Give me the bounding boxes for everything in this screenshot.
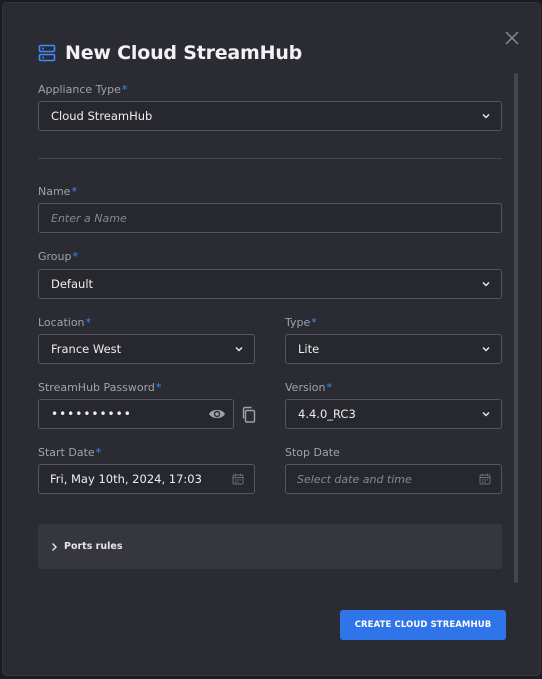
dialog-title: New Cloud StreamHub [65,42,303,64]
name-placeholder: Enter a Name [51,211,127,225]
chevron-down-icon [482,281,490,287]
create-cloud-streamhub-button[interactable]: CREATE CLOUD STREAMHUB [340,610,506,640]
version-value: 4.4.0_RC3 [298,407,356,421]
name-label: Name* [38,185,77,198]
stop-date-input[interactable]: Select date and time [285,464,502,494]
version-label: Version* [285,381,332,394]
close-icon[interactable] [503,29,521,47]
scrollbar[interactable] [514,73,518,583]
location-select[interactable]: France West [38,334,255,364]
appliance-type-select[interactable]: Cloud StreamHub [38,101,502,131]
calendar-icon[interactable] [232,473,244,485]
type-label: Type* [285,316,317,329]
group-value: Default [51,277,94,291]
calendar-icon[interactable] [479,473,491,485]
start-date-input[interactable]: Fri, May 10th, 2024, 17:03 [38,464,255,494]
stop-date-placeholder: Select date and time [297,472,412,486]
group-select[interactable]: Default [38,269,502,299]
chevron-right-icon [52,542,57,551]
dialog-header: New Cloud StreamHub [38,39,302,67]
version-select[interactable]: 4.4.0_RC3 [285,399,502,429]
password-input[interactable]: •••••••••• [38,399,234,429]
chevron-down-icon [482,411,490,417]
appliance-type-label: Appliance Type* [38,83,128,96]
start-date-label: Start Date* [38,446,102,459]
chevron-down-icon [235,346,243,352]
copy-icon[interactable] [241,406,257,424]
chevron-down-icon [482,113,490,119]
appliance-type-value: Cloud StreamHub [51,109,153,123]
location-label: Location* [38,316,92,329]
new-cloud-streamhub-dialog: New Cloud StreamHub Appliance Type* Clou… [3,3,540,675]
type-select[interactable]: Lite [285,334,502,364]
ports-rules-toggle[interactable]: Ports rules [38,524,502,569]
divider [38,158,502,159]
password-value: •••••••••• [51,407,132,421]
type-value: Lite [298,342,320,356]
eye-icon[interactable] [208,407,226,421]
start-date-value: Fri, May 10th, 2024, 17:03 [50,472,202,486]
stop-date-label: Stop Date [285,446,340,459]
chevron-down-icon [482,346,490,352]
server-icon [38,44,56,62]
password-label: StreamHub Password* [38,381,162,394]
name-input[interactable]: Enter a Name [38,203,502,233]
ports-rules-label: Ports rules [64,541,123,552]
location-value: France West [51,342,122,356]
group-label: Group* [38,250,78,263]
